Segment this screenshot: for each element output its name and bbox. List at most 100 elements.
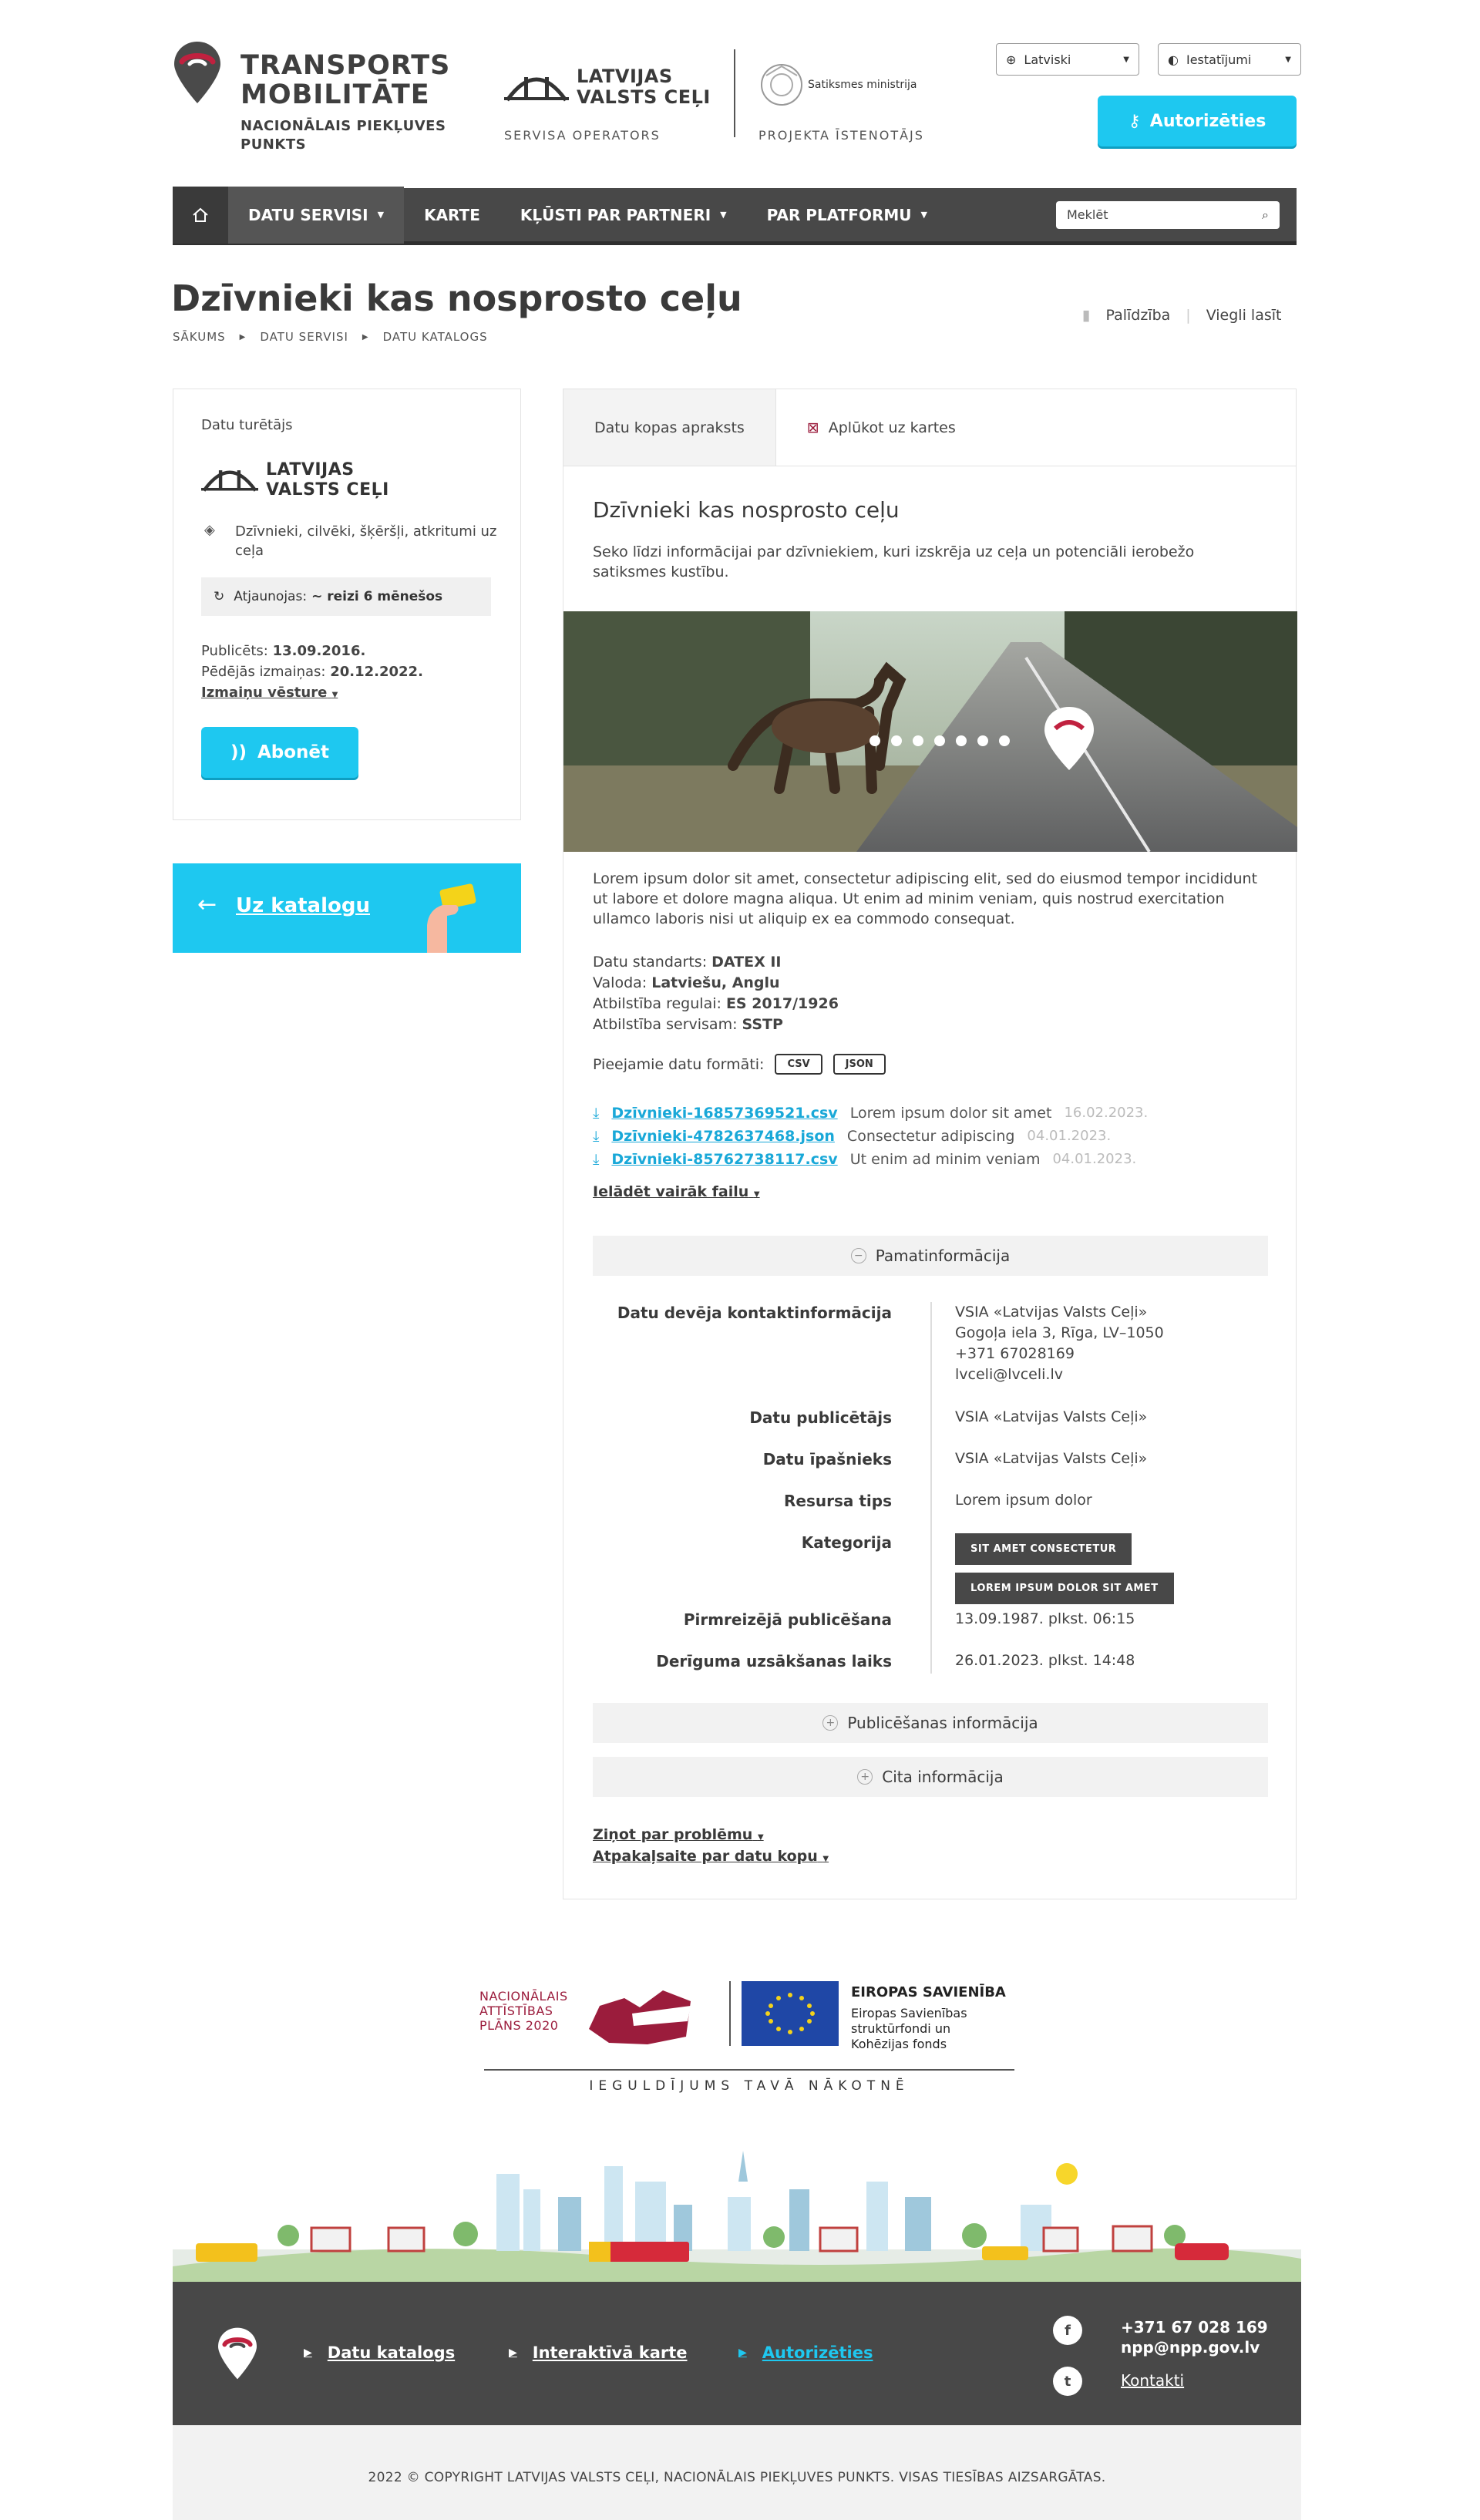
history-link[interactable]: Izmaiņu vēsture ▼ (201, 682, 423, 705)
holder-label: Datu turētājs (201, 417, 293, 433)
eu-subtitle-line: Kohēzijas fonds (851, 2037, 947, 2051)
play-icon: ▶ (509, 2347, 517, 2359)
file-link[interactable]: Dzīvnieki-85762738117.csv (611, 1148, 837, 1171)
caret-down-icon: ▼ (822, 1855, 829, 1863)
load-more-files[interactable]: Ielādēt vairāk failu ▼ (593, 1183, 760, 1200)
search-input[interactable]: Meklēt ⌕ (1056, 200, 1280, 229)
format-badge[interactable]: CSV (775, 1054, 822, 1075)
category-text: Dzīvnieki, cilvēki, šķēršļi, atkritumi u… (235, 523, 497, 559)
accordion-publication-info[interactable]: + Publicēšanas informācija (593, 1703, 1268, 1743)
facebook-icon[interactable]: f (1053, 2316, 1082, 2345)
feedback-label: Atpakaļsaite par datu kopu (593, 1848, 818, 1865)
ministry-name: Satiksmes ministrija (808, 79, 917, 91)
city-illustration (173, 2151, 1301, 2282)
settings-select[interactable]: ◐ Iestatījumi ▼ (1158, 43, 1301, 76)
file-row: ⤓ Dzīvnieki-85762738117.csv Ut enim ad m… (593, 1148, 1148, 1171)
main-nav: DATU SERVISI ▼ KARTE KĻŪSTI PAR PARTNERI ▼… (173, 186, 1297, 245)
file-link[interactable]: Dzīvnieki-16857369521.csv (611, 1102, 837, 1125)
changed-value: 20.12.2022. (330, 664, 423, 680)
subscribe-button[interactable]: )) Abonēt (201, 727, 358, 778)
meta-value: ES 2017/1926 (725, 995, 839, 1012)
ministry-caption: PROJEKTA ĪSTENOTĀJS (758, 128, 924, 143)
breadcrumb-item[interactable]: DATU SERVISI (260, 330, 348, 344)
nav-item-map[interactable]: KARTE (404, 187, 500, 244)
file-desc: Consectetur adipiscing (846, 1128, 1015, 1145)
breadcrumb: SĀKUMS ▶ DATU SERVISI ▶ DATU KATALOGS (173, 330, 488, 344)
home-button[interactable] (173, 186, 228, 244)
tab-label: Datu kopas apraksts (594, 419, 745, 436)
tm-logo-footer-icon[interactable] (216, 2327, 259, 2380)
footer-contacts-link[interactable]: Kontakti (1121, 2371, 1184, 2390)
hand-icon (427, 883, 476, 953)
help-link[interactable]: Palīdzība (1105, 307, 1170, 324)
meta-row: Datu standarts: DATEX II (593, 952, 839, 973)
formats-label: Pieejamie datu formāti: (593, 1055, 765, 1073)
contact-line: VSIA «Latvijas Valsts Ceļi» (955, 1304, 1148, 1321)
eu-subtitle: Eiropas Savienības struktūrfondi un Kohē… (851, 2006, 967, 2052)
footer-link-login[interactable]: ▶ Autorizēties (738, 2343, 873, 2362)
accordion-label: Cita informācija (882, 1768, 1004, 1786)
category-tag[interactable]: SIT AMET CONSECTETUR (955, 1533, 1132, 1565)
meta-label: Valoda: (593, 974, 648, 991)
brand-subtitle-line-1: NACIONĀLAIS PIEKĻUVES (240, 118, 446, 134)
footer-link-catalog[interactable]: ▶ Datu katalogs (304, 2343, 455, 2362)
nav-item-about[interactable]: PAR PLATFORMU ▼ (747, 187, 947, 244)
brand-subtitle: NACIONĀLAIS PIEKĻUVES PUNKTS (240, 117, 446, 154)
validity-start-value: 26.01.2023. plkst. 14:48 (955, 1652, 1135, 1669)
file-link[interactable]: Dzīvnieki-4782637468.json (611, 1125, 835, 1148)
format-badge[interactable]: JSON (832, 1054, 886, 1075)
feedback-link[interactable]: Atpakaļsaite par datu kopu ▼ (593, 1848, 829, 1865)
nav-item-label: KĻŪSTI PAR PARTNERI (520, 205, 711, 224)
contact-label: Datu devēja kontaktinformācija (617, 1304, 892, 1322)
file-row: ⤓ Dzīvnieki-4782637468.json Consectetur … (593, 1125, 1148, 1148)
breadcrumb-item[interactable]: DATU KATALOGS (383, 330, 488, 344)
back-to-catalog-button[interactable]: ← Uz katalogu (173, 863, 521, 953)
help-links: ▮ Palīdzība | Viegli lasīt (1082, 307, 1281, 324)
footer-contacts: +371 67 028 169 npp@npp.gov.lv (1121, 2317, 1268, 2357)
tab-map[interactable]: ⊠ Aplūkot uz kartes (776, 389, 987, 466)
page-title: Dzīvnieki kas nosprosto ceļu (171, 278, 742, 319)
language-select[interactable]: ⊕ Latviski ▼ (996, 43, 1139, 76)
lvc-logo-icon (201, 470, 258, 492)
report-problem-link[interactable]: Ziņot par problēmu ▼ (593, 1826, 764, 1843)
dataset-card: Datu kopas apraksts ⊠ Aplūkot uz kartes … (563, 389, 1297, 1899)
first-publication-value: 13.09.1987. plkst. 06:15 (955, 1610, 1135, 1627)
footer-link-label: Autorizēties (762, 2343, 873, 2362)
dataset-tabs: Datu kopas apraksts ⊠ Aplūkot uz kartes (563, 389, 1296, 466)
tm-logo-icon[interactable] (173, 40, 222, 105)
search-icon[interactable]: ⌕ (1262, 207, 1269, 223)
category-tag[interactable]: LOREM IPSUM DOLOR SIT AMET (955, 1573, 1174, 1604)
file-list: ⤓ Dzīvnieki-16857369521.csv Lorem ipsum … (593, 1102, 1148, 1171)
footer-phone[interactable]: +371 67 028 169 (1121, 2317, 1268, 2337)
nav-item-partner[interactable]: KĻŪSTI PAR PARTNERI ▼ (500, 187, 747, 244)
contact-line: +371 67028169 (955, 1345, 1075, 1362)
deer-road-image (563, 611, 1297, 852)
download-icon: ⤓ (593, 1128, 600, 1145)
publisher-label: Datu publicētājs (749, 1408, 892, 1427)
accordion-other-info[interactable]: + Cita informācija (593, 1757, 1268, 1797)
latvia-map-icon (589, 1990, 691, 2044)
accordion-label: Pamatinformācija (875, 1247, 1011, 1265)
easy-read-link[interactable]: Viegli lasīt (1206, 307, 1282, 324)
tab-description[interactable]: Datu kopas apraksts (563, 389, 776, 466)
footer-email[interactable]: npp@npp.gov.lv (1121, 2337, 1268, 2357)
brand-subtitle-line-2: PUNKTS (240, 136, 307, 153)
load-more-label: Ielādēt vairāk failu (593, 1183, 749, 1200)
eu-title: EIROPAS SAVIENĪBA (851, 1984, 1006, 2000)
breadcrumb-item[interactable]: SĀKUMS (173, 330, 226, 344)
footer-link-map[interactable]: ▶ Interaktīvā karte (509, 2343, 688, 2362)
home-icon (193, 207, 208, 222)
nav-item-data-services[interactable]: DATU SERVISI ▼ (228, 186, 405, 244)
login-button[interactable]: ⚷ Autorizēties (1098, 96, 1297, 146)
tab-label: Aplūkot uz kartes (828, 419, 956, 436)
twitter-icon[interactable]: t (1053, 2367, 1082, 2396)
published-label: Publicēts: (201, 643, 268, 659)
report-label: Ziņot par problēmu (593, 1826, 753, 1843)
header-divider (734, 49, 735, 137)
meta-value: Latviešu, Anglu (651, 974, 780, 991)
funding-divider (729, 1981, 731, 2046)
meta-row: Atbilstība servisam: SSTP (593, 1014, 839, 1035)
accordion-basic-info[interactable]: − Pamatinformācija (593, 1236, 1268, 1276)
update-frequency: ↻ Atjaunojas: ~ reizi 6 mēnešos (201, 577, 491, 616)
meta-label: Datu standarts: (593, 954, 708, 971)
